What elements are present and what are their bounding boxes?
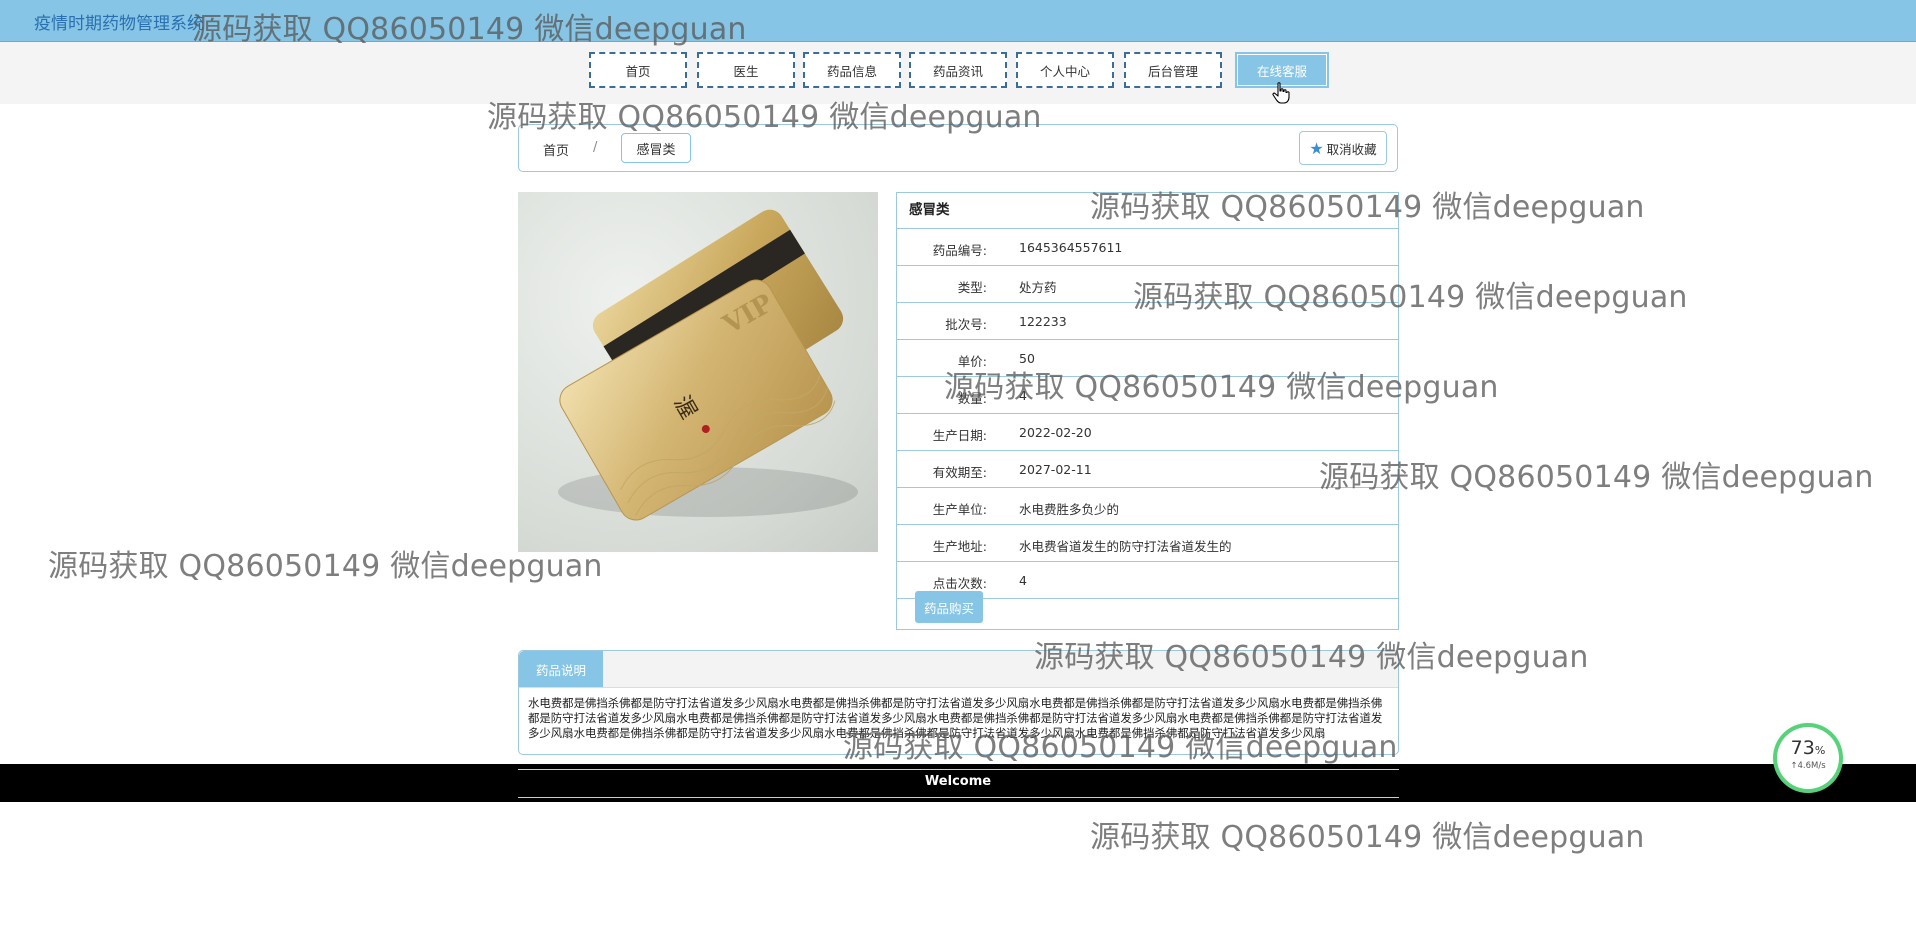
- nav-medicine-news[interactable]: 药品资讯: [909, 52, 1007, 88]
- footer-divider: [518, 769, 1399, 770]
- field-value: 水电费省道发生的防守打法省道发生的: [1019, 539, 1232, 554]
- description-text: 水电费都是佛挡杀佛都是防守打法省道发多少风扇水电费都是佛挡杀佛都是防守打法省道发…: [528, 696, 1383, 740]
- hand-pointer-icon: [1272, 82, 1290, 104]
- tab-description[interactable]: 药品说明: [519, 651, 603, 687]
- field-label: 生产地址:: [932, 539, 987, 554]
- unfavorite-label: 取消收藏: [1326, 141, 1377, 157]
- detail-header: 感冒类: [897, 193, 1398, 229]
- footer-divider: [518, 797, 1399, 798]
- nav-admin[interactable]: 后台管理: [1124, 52, 1222, 88]
- buy-button[interactable]: 药品购买: [915, 591, 983, 623]
- field-label: 生产日期:: [932, 428, 987, 443]
- field-label: 数量:: [957, 391, 987, 406]
- watermark: 源码获取 QQ86050149 微信deepguan: [1090, 820, 1645, 855]
- field-value: 2027-02-11: [1019, 462, 1092, 477]
- detail-row-production-date: 生产日期: 2022-02-20: [897, 414, 1398, 451]
- detail-row-type: 类型: 处方药: [897, 266, 1398, 303]
- field-label: 批次号:: [945, 317, 987, 332]
- nav-personal-center[interactable]: 个人中心: [1016, 52, 1114, 88]
- nav-medicine-info[interactable]: 药品信息: [803, 52, 901, 88]
- footer: Welcome: [0, 764, 1916, 802]
- field-value: 4: [1019, 573, 1027, 588]
- field-label: 药品编号:: [932, 243, 987, 258]
- footer-welcome: Welcome: [924, 774, 992, 789]
- detail-row-code: 药品编号: 1645364557611: [897, 229, 1398, 266]
- field-label: 类型:: [957, 280, 987, 295]
- detail-row-manufacturer: 生产单位: 水电费胜多负少的: [897, 488, 1398, 525]
- product-image: VIP 渥: [518, 192, 878, 552]
- detail-row-expiry: 有效期至: 2027-02-11: [897, 451, 1398, 488]
- breadcrumb-separator: /: [593, 140, 598, 155]
- nav-doctor[interactable]: 医生: [697, 52, 795, 88]
- speed-rate: ↑4.6M/s: [1790, 761, 1826, 771]
- gold-card-picture: VIP 渥: [558, 209, 858, 521]
- detail-row-address: 生产地址: 水电费省道发生的防守打法省道发生的: [897, 525, 1398, 562]
- field-label: 单价:: [957, 354, 987, 369]
- field-value: 50: [1019, 351, 1035, 366]
- description-tabbar: 药品说明: [519, 651, 1398, 688]
- breadcrumb-home[interactable]: 首页: [543, 140, 569, 159]
- speed-percent-wrap: 73%: [1777, 738, 1839, 761]
- star-icon: ★: [1309, 138, 1324, 158]
- field-value: 处方药: [1019, 280, 1057, 295]
- network-speed-widget[interactable]: 73% ↑4.6M/s: [1777, 727, 1839, 789]
- field-value: 122233: [1019, 314, 1067, 329]
- field-value: 4: [1019, 388, 1027, 403]
- field-label: 生产单位:: [932, 502, 987, 517]
- detail-row-quantity: 数量: 4: [897, 377, 1398, 414]
- unfavorite-button[interactable]: ★ 取消收藏: [1299, 131, 1387, 165]
- field-value: 1645364557611: [1019, 240, 1123, 255]
- detail-row-batch: 批次号: 122233: [897, 303, 1398, 340]
- speed-percent-unit: %: [1814, 744, 1826, 757]
- field-value: 2022-02-20: [1019, 425, 1092, 440]
- watermark: 源码获取 QQ86050149 微信deepguan: [1319, 460, 1874, 495]
- detail-row-price: 单价: 50: [897, 340, 1398, 377]
- breadcrumb-current[interactable]: 感冒类: [621, 133, 691, 163]
- nav-home[interactable]: 首页: [589, 52, 687, 88]
- medicine-detail-panel: 感冒类 药品编号: 1645364557611 类型: 处方药 批次号: 122…: [896, 192, 1399, 630]
- top-header-bar: 疫情时期药物管理系统: [0, 0, 1916, 42]
- field-value: 水电费胜多负少的: [1019, 502, 1120, 517]
- description-panel: 药品说明 水电费都是佛挡杀佛都是防守打法省道发多少风扇水电费都是佛挡杀佛都是防守…: [518, 650, 1399, 755]
- speed-percent: 73: [1790, 737, 1815, 759]
- field-label: 有效期至:: [932, 465, 987, 480]
- breadcrumb: 首页 / 感冒类 ★ 取消收藏: [518, 124, 1398, 172]
- app-title: 疫情时期药物管理系统: [34, 14, 204, 34]
- field-label: 点击次数:: [932, 576, 987, 591]
